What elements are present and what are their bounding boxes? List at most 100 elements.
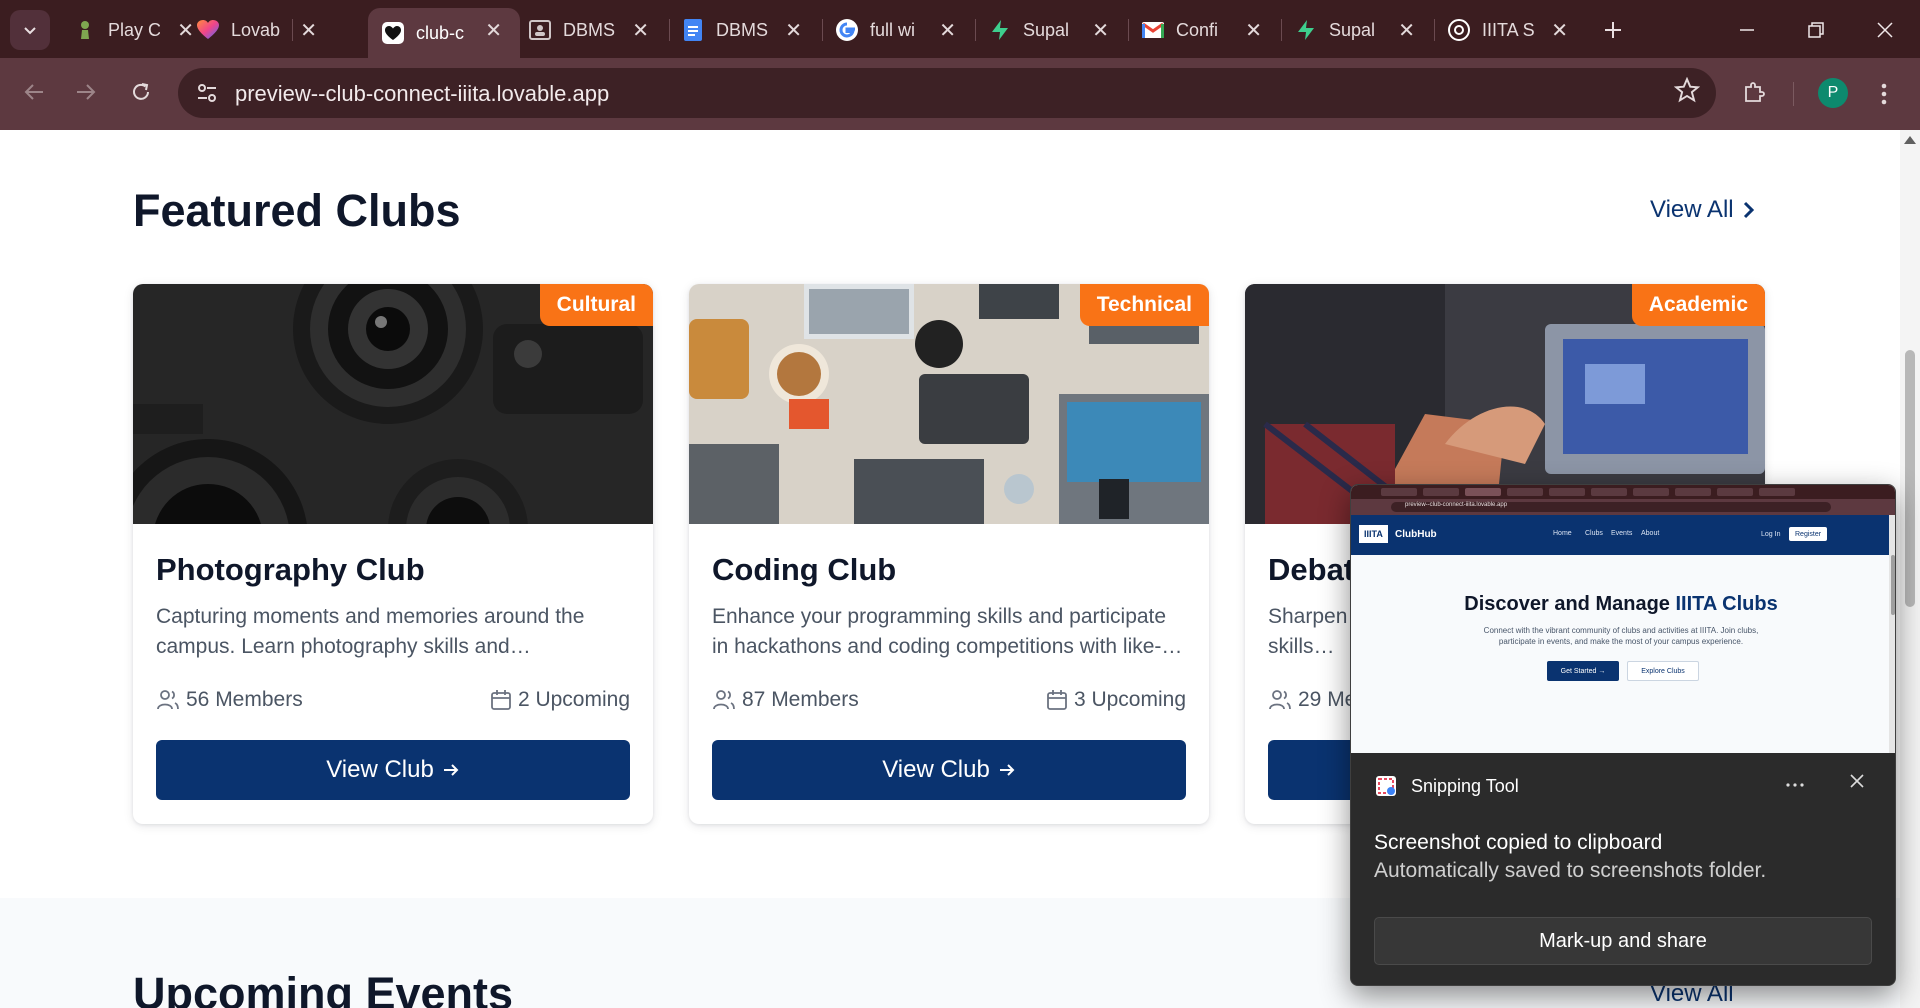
close-tab-icon[interactable]: ✕: [785, 18, 802, 43]
users-icon: [713, 690, 735, 710]
address-bar[interactable]: preview--club-connect-iiita.lovable.app: [178, 68, 1716, 118]
chevron-down-icon: [24, 27, 36, 35]
club-description-text: Sharpen skills thro: [1268, 605, 1348, 658]
view-all-link[interactable]: View All: [1650, 196, 1756, 224]
notification-more-button[interactable]: [1785, 771, 1805, 794]
section-title: Featured Clubs: [133, 185, 461, 236]
gmail-icon: [1142, 19, 1164, 41]
reload-button[interactable]: [121, 72, 161, 112]
member-count: 29 Me: [1268, 688, 1356, 712]
club-description: Enhance your programming skills and part…: [712, 602, 1186, 662]
club-name: Photography Club: [156, 552, 425, 587]
users-icon: [157, 690, 179, 710]
minimize-window-button[interactable]: [1727, 10, 1767, 50]
classroom-icon: [529, 19, 551, 41]
preview-tab-strip: [1351, 485, 1895, 499]
back-button[interactable]: [14, 72, 54, 112]
browser-tab[interactable]: full wi ✕: [822, 8, 974, 52]
close-tab-icon[interactable]: ✕: [939, 18, 956, 43]
arrow-left-icon: [24, 84, 43, 100]
club-description-text: Capturing moments and memories around th…: [156, 605, 585, 658]
scroll-up-arrow-icon[interactable]: [1904, 136, 1916, 144]
preview-brand: ClubHub: [1395, 529, 1437, 540]
close-tab-icon[interactable]: ✕: [1551, 18, 1568, 43]
category-badge: Technical: [1079, 284, 1209, 326]
close-tab-icon[interactable]: ✕: [1245, 18, 1262, 43]
upcoming-count-label: 3 Upcoming: [1073, 688, 1186, 711]
preview-get-started: Get Started →: [1547, 661, 1619, 681]
browser-menu-button[interactable]: [1872, 76, 1896, 112]
browser-toolbar: preview--club-connect-iiita.lovable.app …: [0, 58, 1920, 130]
close-tab-icon[interactable]: ✕: [485, 18, 502, 43]
close-tab-icon[interactable]: ✕: [1092, 18, 1109, 43]
extensions-button[interactable]: [1736, 74, 1772, 110]
forward-button[interactable]: [66, 72, 106, 112]
browser-tab[interactable]: DBMS ✕: [515, 8, 667, 52]
arrow-right-icon: [999, 764, 1015, 776]
browser-tab[interactable]: Lovab ✕: [183, 8, 335, 52]
view-club-button[interactable]: View Club: [712, 740, 1186, 800]
preview-url: preview--club-connect-iiita.lovable.app: [1405, 502, 1508, 508]
club-name: Debat: [1268, 552, 1355, 587]
notification-message: Screenshot copied to clipboard: [1374, 831, 1663, 854]
category-badge: Cultural: [539, 284, 653, 326]
member-count-label: 56 Members: [186, 688, 303, 711]
browser-tab[interactable]: Supal ✕: [1281, 8, 1433, 52]
docs-icon: [682, 19, 704, 41]
browser-tab[interactable]: Supal ✕: [975, 8, 1127, 52]
page-scrollbar[interactable]: [1900, 130, 1920, 1008]
restore-window-button[interactable]: [1796, 10, 1836, 50]
browser-tab[interactable]: Confi ✕: [1128, 8, 1280, 52]
close-tab-icon[interactable]: ✕: [1398, 18, 1415, 43]
preview-nav-link: Home: [1553, 530, 1572, 537]
plus-icon: [1605, 22, 1621, 38]
minimize-icon: [1740, 29, 1754, 31]
preview-headline-text: Discover and Manage: [1464, 593, 1670, 615]
site-info-icon[interactable]: [194, 80, 220, 106]
markup-and-share-button[interactable]: Mark-up and share: [1374, 917, 1872, 965]
preview-navbar: IIITA ClubHub Home Clubs Events About Lo…: [1351, 515, 1895, 555]
club-description: Sharpen skills thro: [1268, 602, 1348, 662]
preview-headline-accent: IIITA Clubs: [1675, 593, 1778, 615]
bookmark-star-icon[interactable]: [1673, 76, 1701, 110]
notification-close-button[interactable]: [1849, 769, 1865, 795]
preview-tab: [1717, 488, 1753, 496]
close-window-button[interactable]: [1865, 10, 1905, 50]
view-club-label: View Club: [882, 756, 990, 783]
club-description: Capturing moments and memories around th…: [156, 602, 630, 662]
browser-tab[interactable]: IIITA S ✕: [1434, 8, 1586, 52]
browser-tab[interactable]: DBMS ✕: [668, 8, 820, 52]
view-all-label: View All: [1650, 196, 1734, 223]
google-icon: [836, 19, 858, 41]
snipping-tool-icon: [1376, 776, 1396, 796]
close-tab-icon[interactable]: ✕: [300, 18, 317, 43]
preview-tab: [1591, 488, 1627, 496]
club-name: Coding Club: [712, 552, 897, 587]
tab-search-button[interactable]: [10, 10, 50, 50]
browser-tab-active[interactable]: club-c ✕: [368, 8, 520, 58]
browser-tab-strip: Play C ✕ Lovab ✕ club-c ✕ DBMS ✕ DBMS ✕ …: [0, 0, 1920, 58]
url-text[interactable]: preview--club-connect-iiita.lovable.app: [235, 81, 609, 107]
upcoming-count: 2 Upcoming: [490, 688, 630, 712]
more-horizontal-icon: [1786, 783, 1804, 787]
preview-login: Log In: [1761, 530, 1781, 538]
lovable-heart-icon: [197, 19, 219, 41]
snipping-tool-header: Snipping Tool: [1375, 775, 1519, 797]
category-badge: Academic: [1631, 284, 1765, 326]
scrollbar-thumb[interactable]: [1905, 350, 1915, 607]
supabase-icon: [1295, 19, 1317, 41]
upcoming-count: 3 Upcoming: [1046, 688, 1186, 712]
preview-register: Register: [1789, 527, 1828, 541]
profile-avatar[interactable]: P: [1818, 78, 1848, 108]
new-tab-button[interactable]: [1595, 10, 1631, 50]
view-club-button[interactable]: View Club: [156, 740, 630, 800]
member-count: 56 Members: [156, 688, 303, 712]
preview-nav-link: Events: [1611, 530, 1633, 537]
view-club-label: View Club: [326, 756, 434, 783]
preview-headline: Discover and Manage IIITA Clubs: [1351, 593, 1891, 616]
member-count: 87 Members: [712, 688, 859, 712]
preview-tab: [1381, 488, 1417, 496]
close-tab-icon[interactable]: ✕: [632, 18, 649, 43]
more-vertical-icon: [1881, 83, 1887, 105]
screenshot-preview[interactable]: preview--club-connect-iiita.lovable.app …: [1351, 485, 1895, 753]
